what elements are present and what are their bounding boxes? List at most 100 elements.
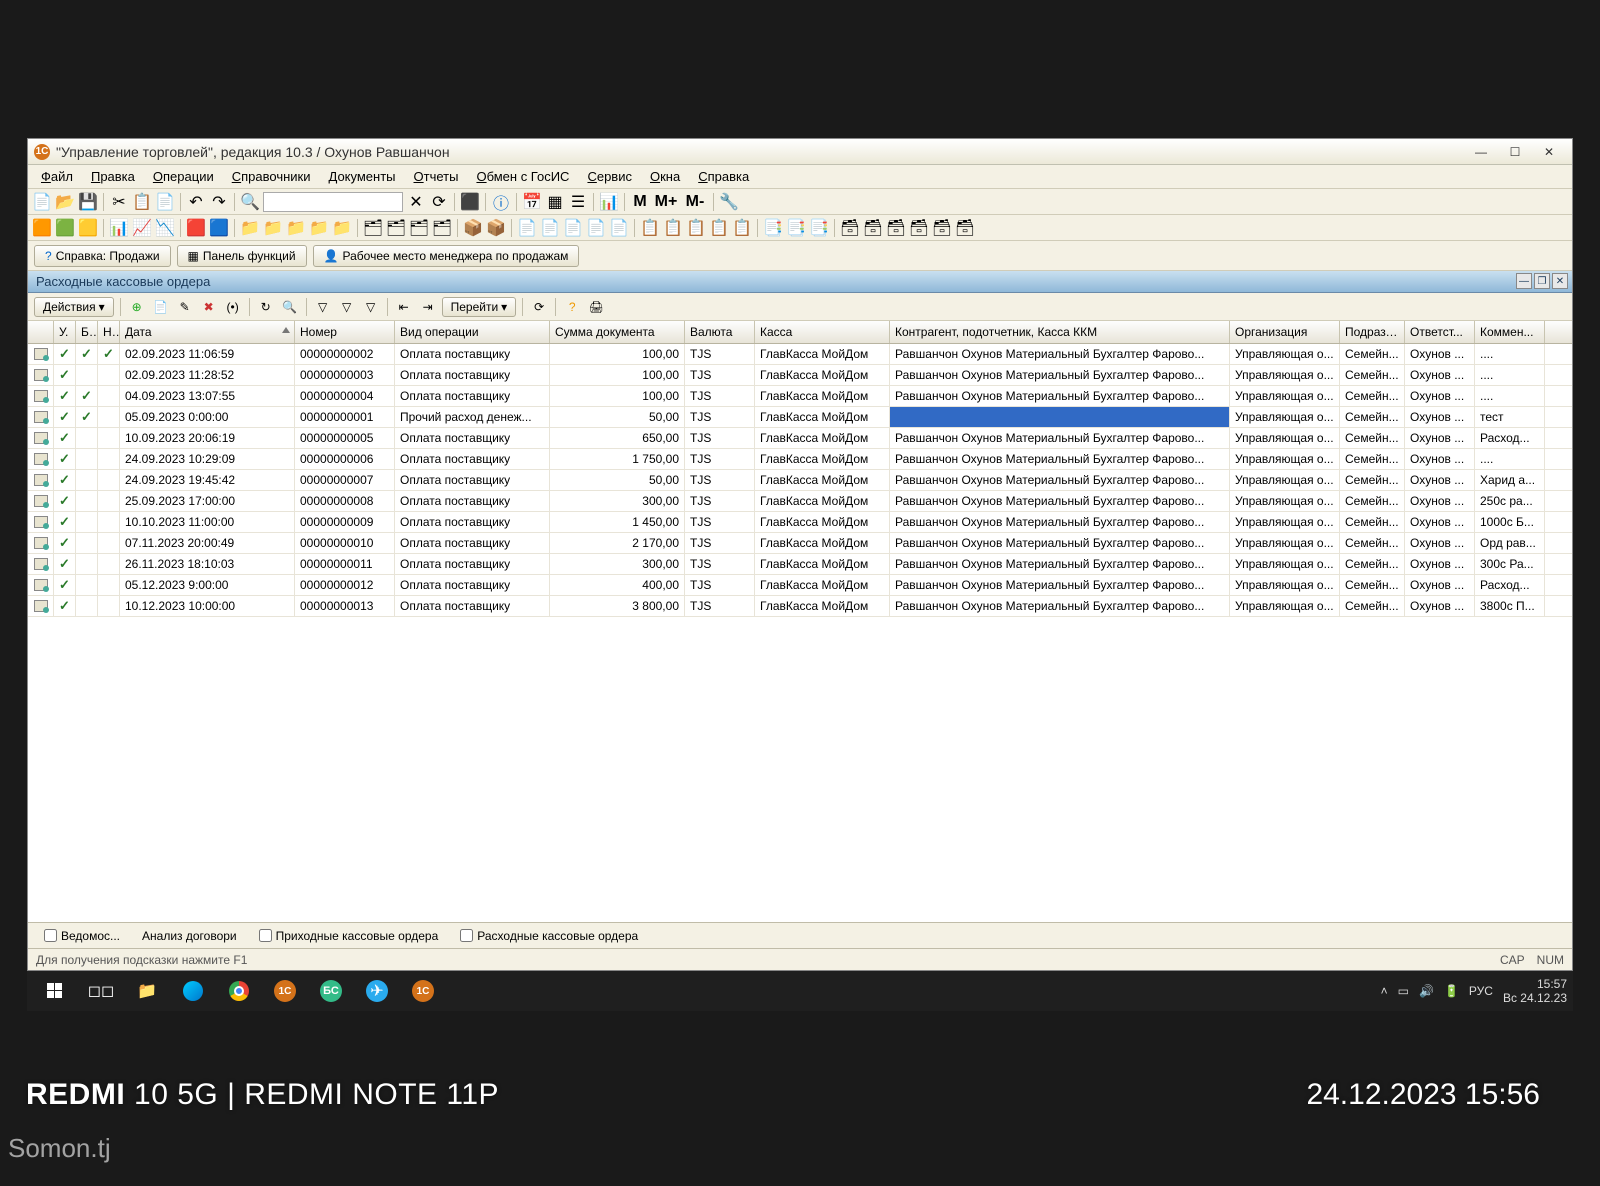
col-u[interactable]: У. — [54, 321, 76, 343]
help-icon[interactable]: ⓘ — [491, 192, 511, 212]
col-currency[interactable]: Валюта — [685, 321, 755, 343]
tb2-11-icon[interactable]: 📁 — [286, 218, 306, 238]
table-row[interactable]: ✓24.09.2023 10:29:0900000000006Оплата по… — [28, 449, 1572, 470]
minimize-button[interactable]: — — [1464, 142, 1498, 162]
calendar-icon[interactable]: 📅 — [522, 192, 542, 212]
menu-service[interactable]: Сервис — [578, 166, 641, 187]
tab-minimize-icon[interactable]: — — [1516, 273, 1532, 289]
maximize-button[interactable]: ☐ — [1498, 142, 1532, 162]
tb2-9-icon[interactable]: 📁 — [240, 218, 260, 238]
table-row[interactable]: ✓10.10.2023 11:00:0000000000009Оплата по… — [28, 512, 1572, 533]
mminus-button[interactable]: M- — [682, 192, 708, 212]
col-sum[interactable]: Сумма документа — [550, 321, 685, 343]
edge-icon[interactable] — [171, 973, 215, 1009]
bottom-tab-vedomost[interactable]: Ведомос... — [36, 927, 128, 945]
table-row[interactable]: ✓05.12.2023 9:00:0000000000012Оплата пос… — [28, 575, 1572, 596]
refresh3-icon[interactable]: ⟳ — [529, 297, 549, 317]
tb2-18-icon[interactable]: 📦 — [463, 218, 483, 238]
bottom-tab-outgoing[interactable]: Расходные кассовые ордера — [452, 927, 646, 945]
tb2-13-icon[interactable]: 📁 — [332, 218, 352, 238]
filter3-icon[interactable]: ▽ — [361, 297, 381, 317]
function-panel-button[interactable]: ▦Панель функций — [177, 245, 307, 267]
col-org[interactable]: Организация — [1230, 321, 1340, 343]
m-button[interactable]: M — [630, 192, 650, 212]
nav1-icon[interactable]: ⇤ — [394, 297, 414, 317]
copy-icon[interactable]: 📋 — [132, 192, 152, 212]
cut-icon[interactable]: ✂ — [109, 192, 129, 212]
col-number[interactable]: Номер — [295, 321, 395, 343]
menu-reports[interactable]: Отчеты — [405, 166, 468, 187]
wrench-icon[interactable]: 🔧 — [719, 192, 739, 212]
col-kassa[interactable]: Касса — [755, 321, 890, 343]
tb2-21-icon[interactable]: 📄 — [540, 218, 560, 238]
tray-battery-icon[interactable]: 🔋 — [1444, 984, 1459, 998]
tb2-24-icon[interactable]: 📄 — [609, 218, 629, 238]
table-row[interactable]: ✓07.11.2023 20:00:4900000000010Оплата по… — [28, 533, 1572, 554]
open-icon[interactable]: 📂 — [55, 192, 75, 212]
tool-icon[interactable]: ⬛ — [460, 192, 480, 212]
col-status[interactable] — [28, 321, 54, 343]
list-icon[interactable]: ☰ — [568, 192, 588, 212]
close-button[interactable]: ✕ — [1532, 142, 1566, 162]
tb2-26-icon[interactable]: 📋 — [663, 218, 683, 238]
table-row[interactable]: ✓10.09.2023 20:06:1900000000005Оплата по… — [28, 428, 1572, 449]
tab-close-icon[interactable]: ✕ — [1552, 273, 1568, 289]
tb2-25-icon[interactable]: 📋 — [640, 218, 660, 238]
new-icon[interactable]: 📄 — [32, 192, 52, 212]
tb2-28-icon[interactable]: 📋 — [709, 218, 729, 238]
menu-gosis[interactable]: Обмен с ГосИС — [467, 166, 578, 187]
tray-clock[interactable]: 15:57 Вс 24.12.23 — [1503, 977, 1567, 1006]
refresh2-icon[interactable]: ↻ — [256, 297, 276, 317]
chrome-icon[interactable] — [217, 973, 261, 1009]
app1-icon[interactable]: 1С — [263, 973, 307, 1009]
tb2-36-icon[interactable]: 🗃 — [909, 218, 929, 238]
tb2-7-icon[interactable]: 🟥 — [186, 218, 206, 238]
tb2-29-icon[interactable]: 📋 — [732, 218, 752, 238]
tb2-15-icon[interactable]: 🗂 — [386, 218, 406, 238]
tb2-37-icon[interactable]: 🗃 — [932, 218, 952, 238]
app3-icon[interactable]: 1С — [401, 973, 445, 1009]
filter1-icon[interactable]: ▽ — [313, 297, 333, 317]
delete-icon[interactable]: ✖ — [199, 297, 219, 317]
tray-chevron-icon[interactable]: ˄ — [1381, 984, 1388, 998]
menu-windows[interactable]: Окна — [641, 166, 689, 187]
tb2-10-icon[interactable]: 📁 — [263, 218, 283, 238]
col-n[interactable]: Н. — [98, 321, 120, 343]
tb2-35-icon[interactable]: 🗃 — [886, 218, 906, 238]
interval-icon[interactable]: (•) — [223, 297, 243, 317]
zoom-icon[interactable]: 🔍 — [240, 192, 260, 212]
tb2-20-icon[interactable]: 📄 — [517, 218, 537, 238]
table-row[interactable]: ✓02.09.2023 11:28:5200000000003Оплата по… — [28, 365, 1572, 386]
manager-workplace-button[interactable]: 👤Рабочее место менеджера по продажам — [313, 245, 580, 267]
help-sales-button[interactable]: ?Справка: Продажи — [34, 245, 171, 267]
tb2-17-icon[interactable]: 🗂 — [432, 218, 452, 238]
start-button[interactable] — [33, 973, 77, 1009]
tb2-27-icon[interactable]: 📋 — [686, 218, 706, 238]
tb2-38-icon[interactable]: 🗃 — [955, 218, 975, 238]
menu-catalogs[interactable]: Справочники — [223, 166, 320, 187]
telegram-icon[interactable]: ✈ — [355, 973, 399, 1009]
save-icon[interactable]: 💾 — [78, 192, 98, 212]
menu-edit[interactable]: Правка — [82, 166, 144, 187]
tb2-22-icon[interactable]: 📄 — [563, 218, 583, 238]
app2-icon[interactable]: БС — [309, 973, 353, 1009]
bottom-tab-incoming[interactable]: Приходные кассовые ордера — [251, 927, 447, 945]
taskview-icon[interactable]: ◻◻ — [79, 973, 123, 1009]
mplus-button[interactable]: M+ — [653, 192, 679, 212]
col-responsible[interactable]: Ответст... — [1405, 321, 1475, 343]
tb2-31-icon[interactable]: 📑 — [786, 218, 806, 238]
filter2-icon[interactable]: ▽ — [337, 297, 357, 317]
grid-body[interactable]: ✓✓✓02.09.2023 11:06:5900000000002Оплата … — [28, 344, 1572, 922]
tb2-3-icon[interactable]: 🟨 — [78, 218, 98, 238]
clear-icon[interactable]: ✕ — [406, 192, 426, 212]
menu-file[interactable]: Файл — [32, 166, 82, 187]
menu-operations[interactable]: Операции — [144, 166, 223, 187]
tb2-32-icon[interactable]: 📑 — [809, 218, 829, 238]
tray-network-icon[interactable]: ▭ — [1398, 984, 1409, 998]
system-tray[interactable]: ˄ ▭ 🔊 🔋 РУС 15:57 Вс 24.12.23 — [1381, 977, 1567, 1006]
tb2-12-icon[interactable]: 📁 — [309, 218, 329, 238]
table-row[interactable]: ✓24.09.2023 19:45:4200000000007Оплата по… — [28, 470, 1572, 491]
redo-icon[interactable]: ↷ — [209, 192, 229, 212]
tab-restore-icon[interactable]: ❐ — [1534, 273, 1550, 289]
tb2-19-icon[interactable]: 📦 — [486, 218, 506, 238]
